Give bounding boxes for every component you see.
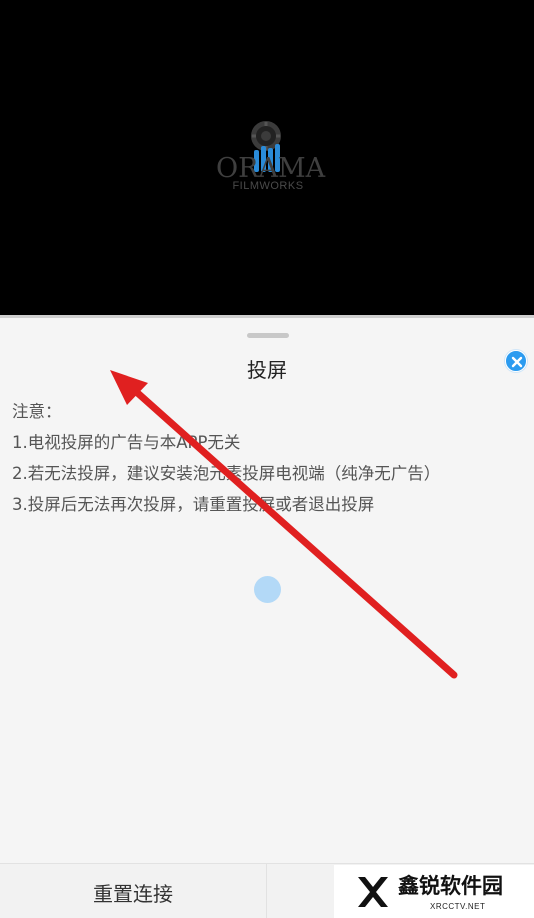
notes-list: 注意： 1.电视投屏的广告与本APP无关 2.若无法投屏，建议安装泡元素投屏电视… (12, 396, 527, 520)
note-item: 2.若无法投屏，建议安装泡元素投屏电视端（纯净无广告） (12, 464, 441, 483)
sheet-title: 投屏 (247, 358, 287, 382)
screen: ORAMA FILMWORKS 投屏 注意： 1.电视投屏的广告与本APP无关 … (0, 0, 534, 918)
video-corner-artifact (0, 0, 90, 4)
drag-handle[interactable] (247, 333, 289, 338)
watermark-logo-icon (358, 877, 388, 907)
watermark-sub: XRCCTV.NET (430, 902, 486, 911)
note-item: 3.投屏后无法再次投屏，请重置投屏或者退出投屏 (12, 495, 375, 514)
cast-sheet: 投屏 注意： 1.电视投屏的广告与本APP无关 2.若无法投屏，建议安装泡元素投… (0, 318, 534, 863)
site-watermark: 鑫锐软件园 XRCCTV.NET (334, 865, 534, 918)
reset-connection-button[interactable]: 重置连接 (0, 864, 267, 918)
close-icon (511, 356, 523, 368)
watermark-title: 鑫锐软件园 (398, 874, 503, 898)
close-button[interactable] (505, 350, 527, 372)
video-logo: ORAMA FILMWORKS (216, 120, 325, 196)
video-player[interactable]: ORAMA FILMWORKS (0, 0, 534, 315)
note-item: 1.电视投屏的广告与本APP无关 (12, 433, 241, 452)
note-heading: 注意： (12, 402, 62, 421)
logo-sub-text: FILMWORKS (232, 180, 304, 192)
loading-spinner-icon (254, 576, 281, 603)
